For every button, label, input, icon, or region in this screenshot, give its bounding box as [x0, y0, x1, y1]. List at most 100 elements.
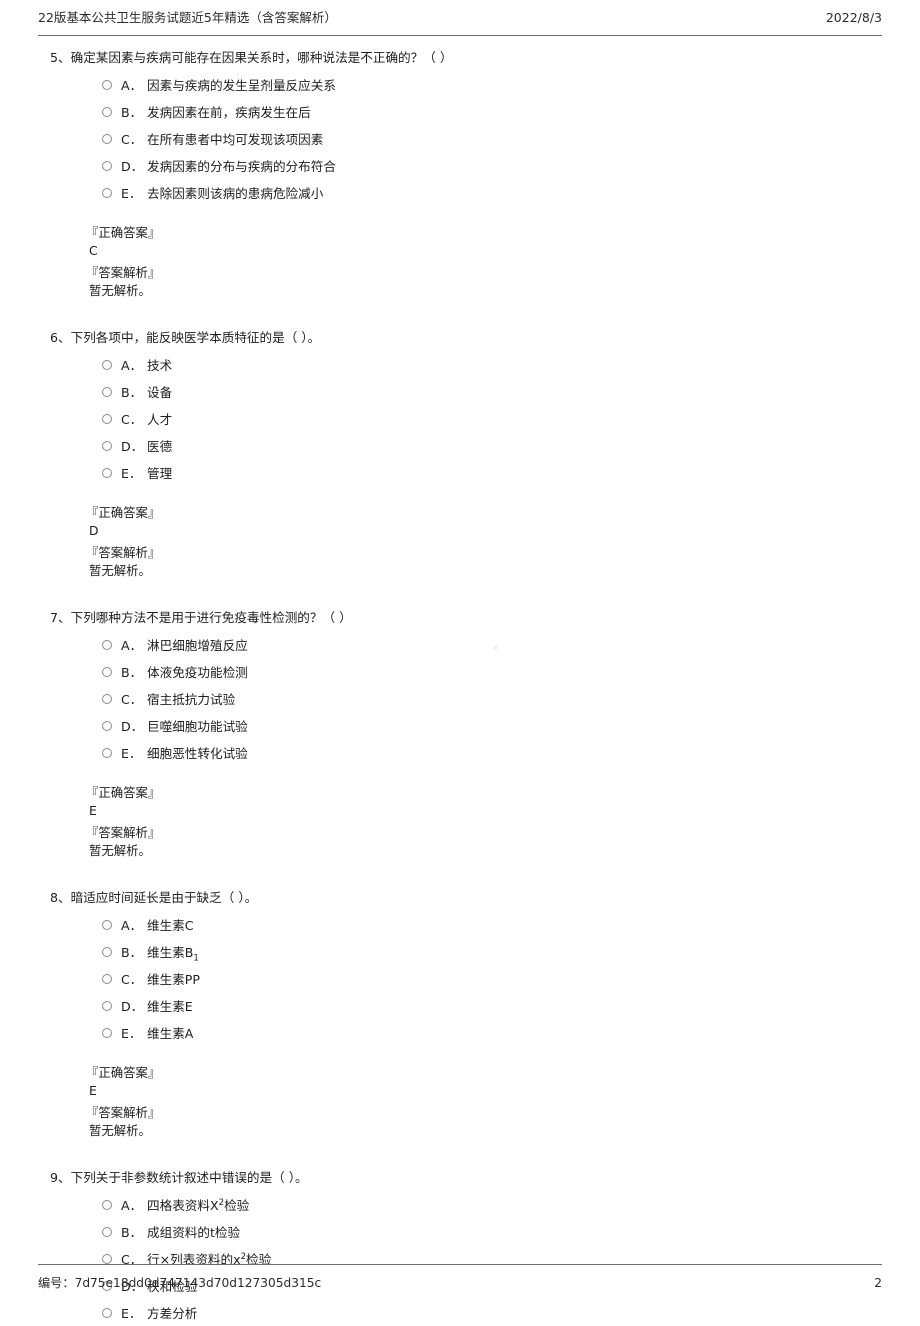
option-row[interactable]: E． 去除因素则该病的患病危险减小: [38, 179, 882, 206]
radio-button-icon[interactable]: [102, 359, 112, 370]
radio-button-icon[interactable]: [102, 467, 112, 478]
option-letter: B．: [121, 1225, 143, 1240]
option-letter: C．: [121, 692, 143, 707]
option-text: 细胞恶性转化试验: [147, 743, 248, 762]
option-text-main: 设备: [147, 385, 173, 400]
option-letter: C．: [121, 972, 143, 987]
option-text: 维生素A: [147, 1023, 193, 1042]
radio-button-icon[interactable]: [102, 1000, 112, 1011]
option-text-main: 管理: [147, 466, 173, 481]
option-text-main: 发病因素在前，疾病发生在后: [147, 105, 311, 120]
option-row[interactable]: D． 发病因素的分布与疾病的分布符合: [38, 152, 882, 179]
option-text: 发病因素的分布与疾病的分布符合: [147, 156, 336, 175]
option-row[interactable]: B． 发病因素在前，疾病发生在后: [38, 98, 882, 125]
option-row[interactable]: B． 成组资料的t检验: [38, 1218, 882, 1245]
answer-analysis-label: 『答案解析』: [86, 265, 161, 280]
option-text-main: 技术: [147, 358, 173, 373]
radio-button-icon[interactable]: [102, 187, 112, 198]
radio-button-icon[interactable]: [102, 693, 112, 704]
radio-button-icon[interactable]: [102, 973, 112, 984]
document-serial: 编号：7d75e18dd0d747143d70d127305d315c: [38, 1275, 321, 1292]
option-row[interactable]: A． 淋巴细胞增殖反应: [38, 631, 882, 658]
option-text: 人才: [147, 409, 172, 428]
radio-button-icon[interactable]: [102, 720, 112, 731]
radio-button-icon[interactable]: [102, 666, 112, 677]
option-text: 医德: [147, 436, 172, 455]
option-row[interactable]: C． 人才: [38, 405, 882, 432]
question-number: 8、: [50, 890, 71, 905]
option-row[interactable]: E． 管理: [38, 459, 882, 486]
option-row[interactable]: B． 维生素B1: [38, 938, 882, 965]
option-row[interactable]: A． 四格表资料X2检验: [38, 1191, 882, 1218]
document-page: 22版基本公共卫生服务试题近5年精选（含答案解析） 2022/8/3 5、确定某…: [0, 0, 920, 1321]
option-text: 发病因素在前，疾病发生在后: [147, 102, 311, 121]
option-text-main: 在所有患者中均可发现该项因素: [147, 132, 324, 147]
option-text: 管理: [147, 463, 172, 482]
option-row[interactable]: D． 维生素E: [38, 992, 882, 1019]
radio-button-icon[interactable]: [102, 946, 112, 957]
radio-button-icon[interactable]: [102, 1307, 112, 1318]
option-text: 成组资料的t检验: [147, 1222, 240, 1241]
radio-button-icon[interactable]: [102, 106, 112, 117]
answer-block: 『正确答案』 D 『答案解析』 暂无解析。: [38, 504, 882, 580]
question-stem: 8、暗适应时间延长是由于缺乏（ ）。: [38, 884, 882, 911]
question-text: 下列哪种方法不是用于进行免疫毒性检测的？（ ）: [70, 610, 352, 625]
option-row[interactable]: A． 因素与疾病的发生呈剂量反应关系: [38, 71, 882, 98]
running-header: 22版基本公共卫生服务试题近5年精选（含答案解析） 2022/8/3: [38, 10, 882, 36]
radio-button-icon[interactable]: [102, 413, 112, 424]
option-text-main: 淋巴细胞增殖反应: [147, 638, 248, 653]
option-row[interactable]: A． 技术: [38, 351, 882, 378]
option-row[interactable]: E． 维生素A: [38, 1019, 882, 1046]
radio-button-icon[interactable]: [102, 133, 112, 144]
correct-answer-label: 『正确答案』: [86, 785, 161, 800]
question-number: 9、: [50, 1170, 71, 1185]
option-row[interactable]: C． 在所有患者中均可发现该项因素: [38, 125, 882, 152]
option-subscript: 1: [193, 953, 199, 964]
radio-button-icon[interactable]: [102, 386, 112, 397]
option-list: A． 技术 B． 设备 C． 人才 D． 医德 E． 管理: [38, 351, 882, 486]
option-row[interactable]: B． 体液免疫功能检测: [38, 658, 882, 685]
option-text-main: 维生素E: [147, 999, 193, 1014]
option-text: 去除因素则该病的患病危险减小: [147, 183, 323, 202]
option-text: 维生素C: [147, 915, 194, 934]
question-text: 下列关于非参数统计叙述中错误的是（ ）。: [70, 1170, 308, 1185]
option-text-main: 体液免疫功能检测: [147, 665, 248, 680]
question-text: 确定某因素与疾病可能存在因果关系时，哪种说法是不正确的？（ ）: [70, 50, 453, 65]
radio-button-icon[interactable]: [102, 639, 112, 650]
option-row[interactable]: C． 宿主抵抗力试验: [38, 685, 882, 712]
option-row[interactable]: E． 方差分析: [38, 1299, 882, 1326]
option-row[interactable]: D． 巨噬细胞功能试验: [38, 712, 882, 739]
option-letter: A．: [121, 78, 143, 93]
radio-button-icon[interactable]: [102, 1253, 112, 1264]
radio-button-icon[interactable]: [102, 79, 112, 90]
option-list: A． 淋巴细胞增殖反应 B． 体液免疫功能检测 C． 宿主抵抗力试验 D． 巨噬细胞功能试验 E…: [38, 631, 882, 766]
answer-analysis-label: 『答案解析』: [86, 545, 161, 560]
answer-block: 『正确答案』 E 『答案解析』 暂无解析。: [38, 1064, 882, 1140]
question-number: 5、: [50, 50, 71, 65]
option-letter: B．: [121, 385, 143, 400]
option-row[interactable]: E． 细胞恶性转化试验: [38, 739, 882, 766]
answer-analysis-label: 『答案解析』: [86, 825, 161, 840]
option-list: A． 维生素C B． 维生素B1 C． 维生素PP D． 维生素E E． 维生素A: [38, 911, 882, 1046]
radio-button-icon[interactable]: [102, 1199, 112, 1210]
option-row[interactable]: D． 医德: [38, 432, 882, 459]
radio-button-icon[interactable]: [102, 440, 112, 451]
option-text: 四格表资料X2检验: [147, 1195, 249, 1214]
option-letter: C．: [121, 412, 143, 427]
option-letter: B．: [121, 105, 143, 120]
question-text: 下列各项中，能反映医学本质特征的是（ ）。: [70, 330, 321, 345]
radio-button-icon[interactable]: [102, 160, 112, 171]
option-row[interactable]: B． 设备: [38, 378, 882, 405]
radio-button-icon[interactable]: [102, 1226, 112, 1237]
question-text: 暗适应时间延长是由于缺乏（ ）。: [70, 890, 258, 905]
option-letter: E．: [121, 186, 142, 201]
option-row[interactable]: A． 维生素C: [38, 911, 882, 938]
option-text-main: 医德: [147, 439, 173, 454]
option-letter: E．: [121, 1026, 142, 1041]
radio-button-icon[interactable]: [102, 1027, 112, 1038]
option-letter: E．: [121, 1306, 142, 1321]
option-row[interactable]: C． 维生素PP: [38, 965, 882, 992]
option-text-main: 维生素PP: [147, 972, 200, 987]
radio-button-icon[interactable]: [102, 919, 112, 930]
radio-button-icon[interactable]: [102, 747, 112, 758]
